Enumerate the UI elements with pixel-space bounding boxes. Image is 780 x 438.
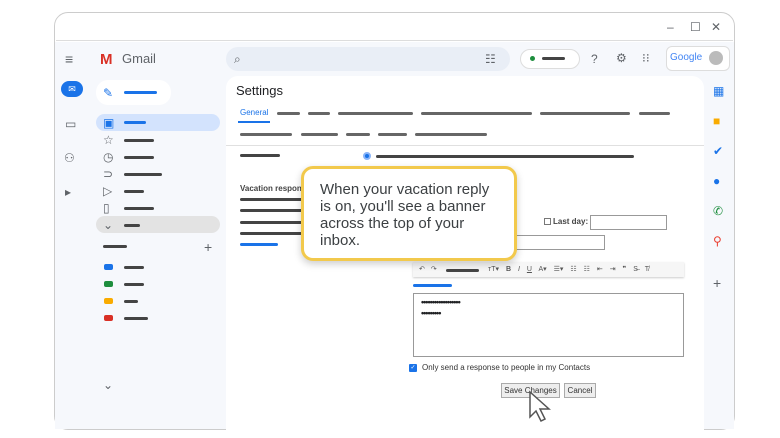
add-addon-icon[interactable]: + — [713, 276, 721, 290]
maps-icon[interactable]: ⚲ — [713, 234, 722, 248]
learn-more-link[interactable] — [240, 243, 278, 246]
align-icon: ☰▾ — [553, 266, 564, 273]
star-icon[interactable]: ☆ — [103, 133, 114, 147]
message-line: •••••••••••••••••• — [421, 297, 461, 307]
search-input[interactable] — [226, 47, 510, 71]
contacts-icon[interactable]: ● — [713, 174, 720, 188]
plain-text-link[interactable] — [413, 284, 452, 287]
tab[interactable] — [240, 133, 292, 136]
app-name: Gmail — [122, 51, 156, 66]
draft-icon[interactable]: ▯ — [103, 201, 110, 215]
pencil-icon: ✎ — [103, 86, 114, 100]
google-brand: Google — [670, 52, 703, 63]
indent-less-icon: ⇤ — [596, 266, 603, 273]
indent-more-icon: ⇥ — [609, 266, 616, 273]
tab[interactable] — [415, 133, 487, 136]
underline-icon: U — [526, 266, 532, 273]
callout-text: When your vacation reply is on, you'll s… — [320, 181, 490, 249]
last-day-label: Last day: — [553, 217, 589, 226]
labels-heading — [103, 245, 127, 248]
message-line: ••••••••• — [421, 308, 441, 318]
message-body-input[interactable]: •••••••••••••••••• ••••••••• — [413, 293, 684, 357]
divider — [56, 40, 733, 41]
add-label-icon[interactable]: + — [204, 240, 212, 254]
chevron-down-icon[interactable]: ⌄ — [103, 378, 113, 392]
numbered-list-icon: ☷ — [570, 266, 577, 273]
inbox-icon: ▣ — [103, 116, 115, 130]
search-icon[interactable]: ⌕ — [234, 52, 241, 66]
radio-button[interactable] — [363, 152, 371, 160]
important-icon[interactable]: ⊃ — [103, 167, 113, 181]
last-day-checkbox[interactable] — [544, 218, 551, 225]
chevron-down-icon: ⌄ — [103, 218, 114, 232]
mail-icon[interactable]: ✉ — [61, 81, 83, 97]
redo-icon[interactable]: ↷ — [431, 266, 437, 273]
contacts-only-label: Only send a response to people in my Con… — [422, 363, 591, 372]
nav-item-inbox[interactable] — [96, 114, 220, 131]
vacation-responder-label: Vacation respon — [240, 184, 302, 193]
font-select[interactable] — [446, 269, 479, 272]
menu-icon[interactable]: ≡ — [65, 52, 73, 66]
status-text — [542, 57, 565, 60]
calendar-icon[interactable]: ▦ — [713, 84, 724, 98]
send-icon[interactable]: ▷ — [103, 184, 112, 198]
label-tag-icon[interactable] — [104, 264, 113, 270]
label-tag-icon[interactable] — [104, 315, 113, 321]
text-color-icon: A▾ — [538, 266, 547, 273]
bulleted-list-icon: ☷ — [583, 266, 590, 273]
chat-icon[interactable]: ▭ — [65, 117, 76, 131]
label-tag-icon[interactable] — [104, 298, 113, 304]
page-title: Settings — [236, 83, 283, 98]
gear-icon[interactable]: ⚙ — [616, 51, 627, 65]
avatar[interactable] — [709, 51, 723, 65]
italic-icon: I — [517, 266, 520, 273]
quote-icon: ❞ — [622, 266, 627, 273]
gmail-logo-icon: M — [100, 51, 113, 68]
tasks-icon[interactable]: ✔ — [713, 144, 723, 158]
text-size-icon: тT▾ — [488, 266, 499, 273]
cancel-button[interactable]: Cancel — [564, 383, 596, 398]
mouse-cursor-icon — [529, 390, 551, 423]
keep-icon[interactable]: ■ — [713, 114, 720, 128]
tab[interactable] — [540, 112, 630, 115]
contacts-only-checkbox[interactable]: ✓ — [409, 364, 417, 372]
apps-grid-icon[interactable]: ⁝⁝ — [642, 51, 650, 65]
tab[interactable] — [421, 112, 532, 115]
compose-label — [124, 91, 157, 94]
tip-callout: When your vacation reply is on, you'll s… — [301, 166, 517, 261]
maximize-icon[interactable]: ☐ — [690, 20, 701, 34]
meet-icon[interactable]: ▸ — [65, 185, 71, 199]
clear-format-icon: T̸ — [644, 266, 650, 273]
label-tag-icon[interactable] — [104, 281, 113, 287]
phone-icon[interactable]: ✆ — [713, 204, 723, 218]
tab[interactable] — [346, 133, 370, 136]
nav-item-more[interactable] — [96, 216, 220, 233]
help-icon[interactable]: ? — [591, 52, 598, 66]
active-tab-indicator — [238, 121, 270, 123]
subject-input[interactable] — [510, 235, 605, 250]
tab[interactable] — [338, 112, 413, 115]
tab-general[interactable]: General — [240, 108, 268, 117]
status-dot-icon — [530, 56, 535, 61]
spaces-icon[interactable]: ⚇ — [64, 151, 75, 165]
tab[interactable] — [308, 112, 330, 115]
close-icon[interactable]: ✕ — [711, 20, 721, 34]
tab[interactable] — [639, 112, 670, 115]
tab[interactable] — [277, 112, 300, 115]
clock-icon[interactable]: ◷ — [103, 150, 113, 164]
filter-options-icon[interactable]: ☷ — [485, 52, 496, 66]
toolbar-buttons[interactable]: тT▾ B I U A▾ ☰▾ ☷ ☷ ⇤ ⇥ ❞ S̶ T̸ — [488, 262, 649, 277]
strikethrough-icon: S̶ — [633, 266, 638, 273]
tab[interactable] — [378, 133, 407, 136]
last-day-input[interactable] — [590, 215, 667, 230]
bold-icon: B — [505, 266, 512, 273]
minimize-icon[interactable]: – — [667, 20, 674, 34]
undo-icon[interactable]: ↶ — [419, 266, 425, 273]
tab[interactable] — [301, 133, 338, 136]
